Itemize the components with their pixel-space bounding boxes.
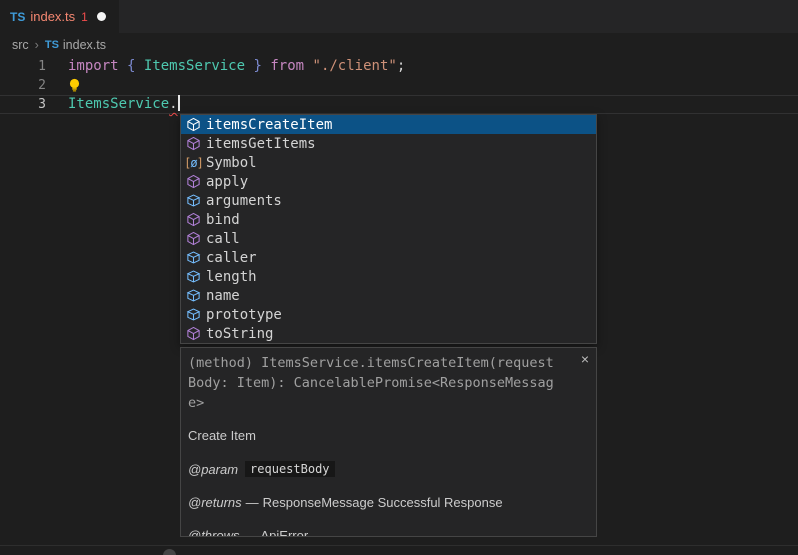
suggestion-item-call[interactable]: call (181, 229, 596, 248)
method-icon (184, 326, 203, 341)
field-icon (184, 307, 203, 322)
code-line[interactable]: 1import { ItemsService } from "./client"… (0, 57, 798, 76)
suggestion-label: prototype (206, 307, 282, 323)
token-brace: } (253, 58, 261, 74)
code-text (46, 76, 81, 95)
typescript-file-icon: TS (45, 39, 59, 51)
method-icon (184, 136, 203, 151)
doc-tag-throws: @throws — ApiError (188, 528, 572, 537)
token-plain (304, 58, 312, 74)
field-icon (184, 193, 203, 208)
em-dash: — (246, 495, 259, 510)
field-icon (184, 250, 203, 265)
tag-name: @param (188, 462, 238, 477)
suggest-docs-panel: (method) ItemsService.itemsCreateItem(re… (180, 347, 597, 537)
code-text: ItemsService. (46, 96, 180, 113)
symbol-icon: [ø] (184, 156, 203, 170)
lightbulb-icon[interactable] (68, 78, 81, 93)
tab-title: index.ts (30, 9, 75, 24)
line-number: 1 (0, 57, 46, 76)
doc-tag-returns: @returns — ResponseMessage Successful Resp… (188, 495, 572, 510)
tag-text: ResponseMessage Successful Response (263, 495, 503, 510)
token-plain (135, 58, 143, 74)
tab-bar: TS index.ts 1 (0, 0, 798, 33)
param-name-chip: requestBody (245, 461, 334, 477)
overflow-dot (163, 549, 176, 555)
suggestion-label: length (206, 269, 257, 285)
method-icon (184, 117, 203, 132)
token-string: "./client" (313, 58, 397, 74)
text-cursor (178, 95, 180, 111)
breadcrumb: src › TS index.ts (0, 33, 798, 56)
signature-line: (method) ItemsService.itemsCreateItem(re… (188, 353, 572, 373)
tab-problem-badge: 1 (81, 10, 88, 24)
close-icon[interactable]: × (581, 351, 589, 367)
doc-summary: Create Item (188, 428, 572, 443)
line-number: 2 (0, 76, 46, 95)
token-plain: ; (397, 58, 405, 74)
doc-tag-param: @param requestBody (188, 461, 572, 477)
breadcrumb-folder[interactable]: src (12, 38, 29, 52)
method-icon (184, 231, 203, 246)
code-line[interactable]: 2 (0, 76, 798, 95)
modified-indicator-dot[interactable] (97, 12, 106, 21)
suggestion-item-caller[interactable]: caller (181, 248, 596, 267)
suggestion-label: itemsCreateItem (206, 117, 332, 133)
suggestion-label: caller (206, 250, 257, 266)
typescript-file-icon: TS (10, 10, 25, 24)
suggestion-label: name (206, 288, 240, 304)
suggestion-item-itemsCreateItem[interactable]: itemsCreateItem (181, 115, 596, 134)
token-plain (119, 58, 127, 74)
suggestion-item-itemsGetItems[interactable]: itemsGetItems (181, 134, 596, 153)
tab-index-ts[interactable]: TS index.ts 1 (0, 0, 119, 33)
method-icon (184, 174, 203, 189)
code-editor[interactable]: 1import { ItemsService } from "./client"… (0, 56, 798, 114)
method-icon (184, 212, 203, 227)
suggestion-item-name[interactable]: name (181, 286, 596, 305)
token-class: ItemsService (144, 58, 245, 74)
signature-line: e> (188, 393, 572, 413)
suggestion-item-length[interactable]: length (181, 267, 596, 286)
tag-text: ApiError (261, 528, 309, 537)
bottom-divider (0, 545, 798, 546)
field-icon (184, 269, 203, 284)
suggestion-item-bind[interactable]: bind (181, 210, 596, 229)
suggestion-item-toString[interactable]: toString (181, 324, 596, 343)
token-class: ItemsService (68, 96, 169, 112)
suggestion-label: Symbol (206, 155, 257, 171)
suggestion-label: itemsGetItems (206, 136, 316, 152)
suggestion-item-prototype[interactable]: prototype (181, 305, 596, 324)
code-text: import { ItemsService } from "./client"; (46, 57, 405, 76)
suggestion-item-arguments[interactable]: arguments (181, 191, 596, 210)
method-signature: (method) ItemsService.itemsCreateItem(re… (188, 353, 572, 413)
token-keyword: from (270, 58, 304, 74)
em-dash: — (244, 528, 257, 537)
suggestion-item-apply[interactable]: apply (181, 172, 596, 191)
signature-line: Body: Item): CancelablePromise<ResponseM… (188, 373, 572, 393)
suggestion-label: bind (206, 212, 240, 228)
line-number: 3 (0, 96, 46, 113)
chevron-right-icon: › (35, 38, 39, 52)
token-error-dot: . (169, 96, 177, 112)
tag-name: @returns (188, 495, 242, 510)
suggest-widget: itemsCreateItem itemsGetItems[ø]Symbol a… (180, 114, 597, 344)
token-keyword: import (68, 58, 119, 74)
suggestion-label: toString (206, 326, 273, 342)
suggestion-label: apply (206, 174, 248, 190)
suggestion-item-Symbol[interactable]: [ø]Symbol (181, 153, 596, 172)
suggestion-label: arguments (206, 193, 282, 209)
field-icon (184, 288, 203, 303)
suggestion-label: call (206, 231, 240, 247)
code-line[interactable]: 3ItemsService. (0, 95, 798, 114)
tag-name: @throws (188, 528, 240, 537)
breadcrumb-file[interactable]: index.ts (63, 38, 106, 52)
